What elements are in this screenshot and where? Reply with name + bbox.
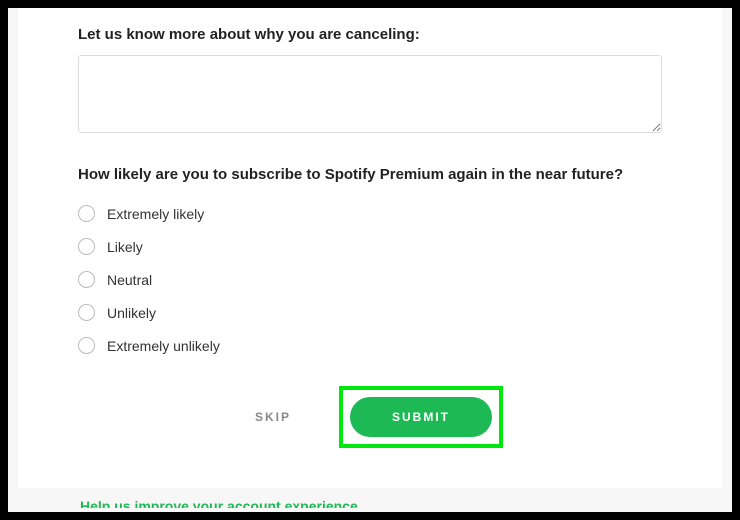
likelihood-radio-group: Extremely likely Likely Neutral Unlikely… [78,197,662,362]
likelihood-question-label: How likely are you to subscribe to Spoti… [78,138,662,197]
radio-neutral[interactable]: Neutral [78,263,662,296]
reason-question-label: Let us know more about why you are cance… [78,8,662,55]
radio-icon [78,337,95,354]
radio-extremely-likely[interactable]: Extremely likely [78,197,662,230]
radio-icon [78,238,95,255]
radio-icon [78,304,95,321]
cancel-survey-card: Let us know more about why you are cance… [18,8,722,488]
radio-label: Neutral [107,272,152,288]
radio-label: Likely [107,239,143,255]
radio-icon [78,271,95,288]
radio-label: Extremely likely [107,206,204,222]
radio-icon [78,205,95,222]
footer-improve-link[interactable]: Help us improve your account experience [80,498,358,508]
radio-unlikely[interactable]: Unlikely [78,296,662,329]
submit-button[interactable]: SUBMIT [350,397,492,437]
page-container: Let us know more about why you are cance… [8,8,732,512]
radio-likely[interactable]: Likely [78,230,662,263]
radio-label: Extremely unlikely [107,338,220,354]
skip-button[interactable]: SKIP [237,400,309,434]
submit-highlight-box: SUBMIT [339,386,503,448]
form-actions: SKIP SUBMIT [78,386,662,448]
radio-label: Unlikely [107,305,156,321]
radio-extremely-unlikely[interactable]: Extremely unlikely [78,329,662,362]
reason-textarea[interactable] [78,55,662,133]
